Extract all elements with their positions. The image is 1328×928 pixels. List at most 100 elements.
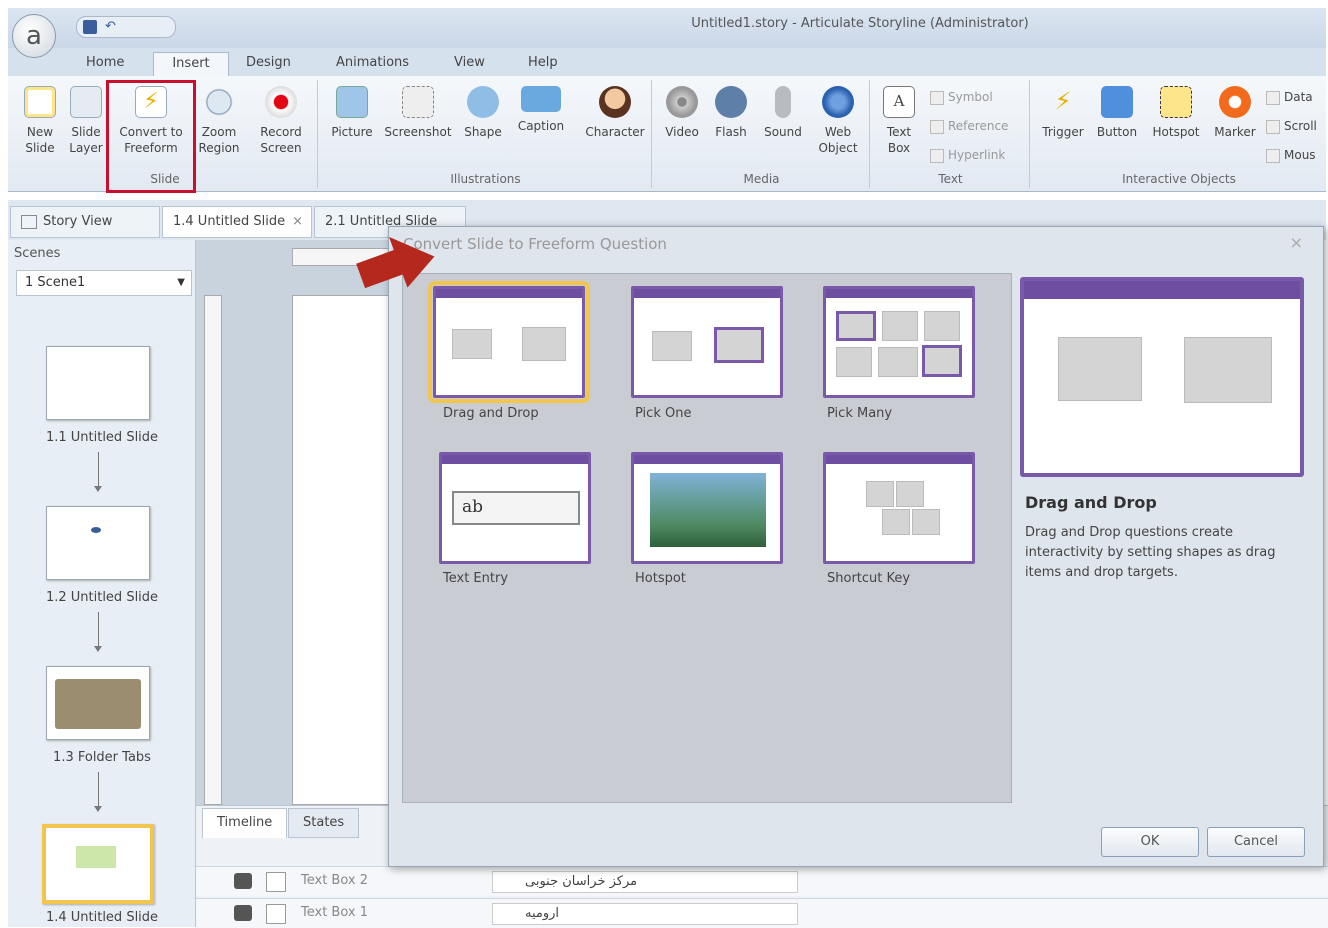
- hotspot-button[interactable]: Hotspot: [1146, 82, 1206, 140]
- close-icon[interactable]: ×: [1290, 233, 1303, 252]
- slide-canvas: [196, 240, 402, 805]
- convert-to-freeform-dialog: Convert Slide to Freeform Question × Dra…: [388, 226, 1324, 867]
- button-button[interactable]: Button: [1092, 82, 1142, 140]
- tab-view[interactable]: View: [446, 52, 493, 76]
- option-label: Pick One: [635, 406, 692, 421]
- text-box-icon: A: [883, 86, 915, 118]
- connector-arrow: [94, 772, 102, 812]
- shape-dot: [91, 527, 101, 533]
- video-button[interactable]: Video: [658, 82, 706, 140]
- object-name: Text Box 1: [301, 905, 368, 920]
- slide-page[interactable]: [292, 295, 396, 805]
- key-icon: [896, 481, 924, 507]
- option-pick-one[interactable]: [631, 286, 783, 398]
- image-placeholder: [882, 311, 918, 341]
- tab-help[interactable]: Help: [520, 52, 566, 76]
- timeline-bar[interactable]: مرکز خراسان جنوبی: [492, 871, 798, 893]
- text-input-sample: ab: [452, 491, 580, 525]
- tab-animations[interactable]: Animations: [328, 52, 417, 76]
- timeline-row[interactable]: Text Box 2 مرکز خراسان جنوبی: [196, 866, 1328, 896]
- app-menu-button[interactable]: a: [12, 14, 56, 58]
- slide-thumbnail-1-1[interactable]: [46, 346, 150, 420]
- slide-thumbnail-1-4[interactable]: [42, 824, 154, 904]
- undo-icon[interactable]: ↶: [105, 19, 116, 34]
- option-label: Drag and Drop: [443, 406, 539, 421]
- lock-checkbox[interactable]: [266, 904, 286, 924]
- slide-thumbnail-1-2[interactable]: [46, 506, 150, 580]
- scene-dropdown[interactable]: 1 Scene1 ▼: [16, 270, 192, 296]
- preview-pane: [1020, 277, 1304, 477]
- hotspot-icon: [1160, 86, 1192, 118]
- tab-states[interactable]: States: [288, 808, 360, 838]
- omega-icon: [930, 90, 944, 105]
- tab-slide-1-4[interactable]: 1.4 Untitled Slide ×: [162, 206, 312, 238]
- tab-home[interactable]: Home: [78, 52, 132, 76]
- option-label: Shortcut Key: [827, 571, 911, 586]
- mouse-button[interactable]: Mous: [1266, 146, 1316, 164]
- image-placeholder: [836, 311, 876, 341]
- character-button[interactable]: Character: [580, 82, 650, 140]
- reference-button[interactable]: Reference: [930, 117, 1008, 135]
- slide-layer-button[interactable]: Slide Layer: [66, 82, 106, 156]
- option-text-entry[interactable]: ab: [439, 452, 591, 564]
- scenes-header: Scenes: [14, 246, 61, 261]
- image-placeholder: [924, 311, 960, 341]
- save-icon[interactable]: [83, 20, 97, 34]
- story-view-icon: [21, 214, 37, 229]
- film-reel-icon: [666, 86, 698, 118]
- picture-button[interactable]: Picture: [324, 82, 380, 140]
- option-hotspot[interactable]: [631, 452, 783, 564]
- eye-icon[interactable]: [234, 905, 252, 921]
- text-box-button[interactable]: A Text Box: [876, 82, 922, 156]
- trigger-button[interactable]: ⚡ Trigger: [1036, 82, 1090, 140]
- data-entry-button[interactable]: Data: [1266, 88, 1313, 106]
- tab-design[interactable]: Design: [238, 52, 299, 76]
- lock-checkbox[interactable]: [266, 872, 286, 892]
- character-icon: [599, 86, 631, 118]
- slide-label-1-1: 1.1 Untitled Slide: [45, 430, 159, 445]
- reference-icon: [930, 119, 944, 134]
- shape-button[interactable]: Shape: [458, 82, 508, 140]
- option-label: Pick Many: [827, 406, 893, 421]
- caption-button[interactable]: Caption: [510, 82, 572, 134]
- window-title: Untitled1.story - Articulate Storyline (…: [691, 16, 1029, 31]
- ok-button[interactable]: OK: [1101, 827, 1199, 857]
- annotation-arrow-icon: [356, 236, 435, 289]
- slide-label-1-4: 1.4 Untitled Slide: [45, 910, 159, 925]
- symbol-button[interactable]: Symbol: [930, 88, 993, 106]
- timeline-row[interactable]: Text Box 1 ارومیه: [196, 898, 1328, 928]
- tab-story-view[interactable]: Story View: [10, 206, 160, 238]
- tab-timeline[interactable]: Timeline: [202, 808, 288, 838]
- timeline-bar[interactable]: ارومیه: [492, 903, 798, 925]
- option-pick-many[interactable]: [823, 286, 975, 398]
- sound-button[interactable]: Sound: [758, 82, 808, 140]
- dialog-title: Convert Slide to Freeform Question: [403, 235, 667, 253]
- cancel-button[interactable]: Cancel: [1207, 827, 1305, 857]
- close-tab-icon[interactable]: ×: [292, 207, 303, 237]
- new-slide-button[interactable]: New Slide: [16, 82, 64, 156]
- scenes-panel: Scenes 1 Scene1 ▼ 1.1 Untitled Slide 1.2 …: [8, 240, 196, 927]
- option-drag-and-drop[interactable]: [428, 281, 590, 403]
- flash-button[interactable]: Flash: [708, 82, 754, 140]
- hyperlink-button[interactable]: Hyperlink: [930, 146, 1005, 164]
- image-placeholder: [652, 331, 692, 361]
- microphone-icon: [775, 86, 791, 118]
- eye-icon[interactable]: [234, 873, 252, 889]
- ribbon: New Slide Slide Layer ⚡ Convert to Freefo…: [8, 76, 1326, 192]
- option-shortcut-key[interactable]: [823, 452, 975, 564]
- zoom-region-button[interactable]: Zoom Region: [196, 82, 242, 156]
- scroll-icon: [1266, 119, 1280, 134]
- web-object-button[interactable]: Web Object: [812, 82, 864, 156]
- marker-button[interactable]: Marker: [1208, 82, 1262, 140]
- new-slide-icon: [24, 86, 56, 118]
- tab-insert[interactable]: Insert: [153, 52, 229, 76]
- slide-thumbnail-1-3[interactable]: [46, 666, 150, 740]
- record-icon: [265, 86, 297, 118]
- table-image: [76, 846, 116, 868]
- vertical-ruler: [204, 295, 222, 805]
- scroll-panel-button[interactable]: Scroll: [1266, 117, 1317, 135]
- record-screen-button[interactable]: Record Screen: [250, 82, 312, 156]
- screenshot-button[interactable]: Screenshot: [380, 82, 456, 140]
- web-object-icon: [822, 86, 854, 118]
- key-icon: [866, 481, 894, 507]
